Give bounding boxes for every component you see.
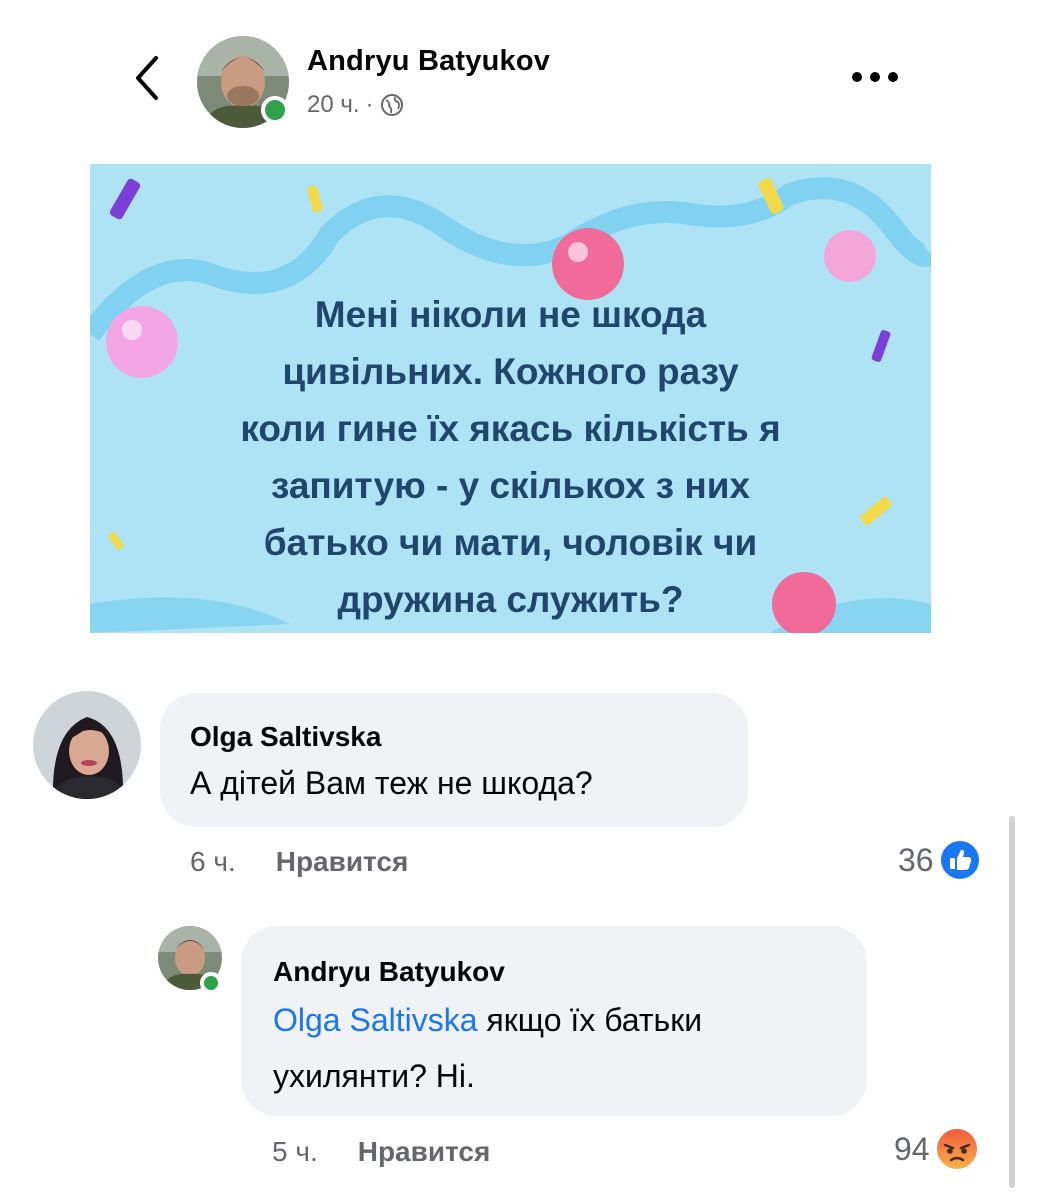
like-button[interactable]: Нравится <box>276 846 409 877</box>
comment-author[interactable]: Olga Saltivska <box>190 721 381 753</box>
reaction-summary[interactable]: 94 <box>894 1128 978 1170</box>
like-button[interactable]: Нравится <box>358 1136 491 1167</box>
reply-time[interactable]: 5 ч. <box>272 1136 318 1167</box>
post-image-text: Мені ніколи не шкода цивільних. Кожного … <box>90 286 931 628</box>
commenter-avatar[interactable] <box>33 691 141 799</box>
post-line: батько чи мати, чоловік чи <box>263 522 758 563</box>
angry-icon <box>936 1129 977 1169</box>
comment-text: А дітей Вам теж не шкода? <box>190 765 593 801</box>
globe-icon <box>380 94 403 116</box>
mention-link[interactable]: Olga Saltivska <box>273 1002 478 1038</box>
post-time[interactable]: 20 ч. <box>307 91 360 119</box>
more-options-icon[interactable] <box>852 70 902 84</box>
online-status-indicator <box>261 96 289 124</box>
post-line: дружина служить? <box>337 579 684 620</box>
online-status-indicator <box>200 972 222 994</box>
post-line: коли гине їх якась кількість я <box>240 408 781 449</box>
post-line: Мені ніколи не шкода <box>314 294 707 335</box>
post-author-name[interactable]: Andryu Batyukov <box>307 45 550 78</box>
post-line: цивільних. Кожного разу <box>282 351 739 392</box>
reply-text: Olga Saltivska якщо їх батьки ухилянти? … <box>273 996 702 1100</box>
reply-actions: 5 ч. Нравится <box>272 1136 490 1168</box>
post-meta: 20 ч. · <box>307 91 404 119</box>
post-line: запитую - у скількох з них <box>270 465 751 506</box>
scrollbar[interactable] <box>1009 816 1015 1188</box>
reaction-count: 94 <box>894 1130 930 1167</box>
reply-text-line1: якщо їх батьки <box>477 1002 703 1038</box>
reply-bubble[interactable]: Andryu Batyukov Olga Saltivska якщо їх б… <box>241 926 867 1116</box>
comment-actions: 6 ч. Нравится <box>190 846 408 878</box>
reply-author[interactable]: Andryu Batyukov <box>273 956 505 988</box>
comment-bubble[interactable]: Olga Saltivska А дітей Вам теж не шкода? <box>160 693 748 827</box>
like-icon <box>940 841 979 879</box>
reply-text-line2: ухилянти? Ні. <box>273 1058 475 1094</box>
back-arrow-icon[interactable] <box>128 52 168 104</box>
post-image[interactable]: Мені ніколи не шкода цивільних. Кожного … <box>90 164 931 633</box>
reaction-summary[interactable]: 36 <box>898 840 980 880</box>
reaction-count: 36 <box>898 841 934 878</box>
comment-time[interactable]: 6 ч. <box>190 846 236 877</box>
meta-separator: · <box>365 91 374 118</box>
